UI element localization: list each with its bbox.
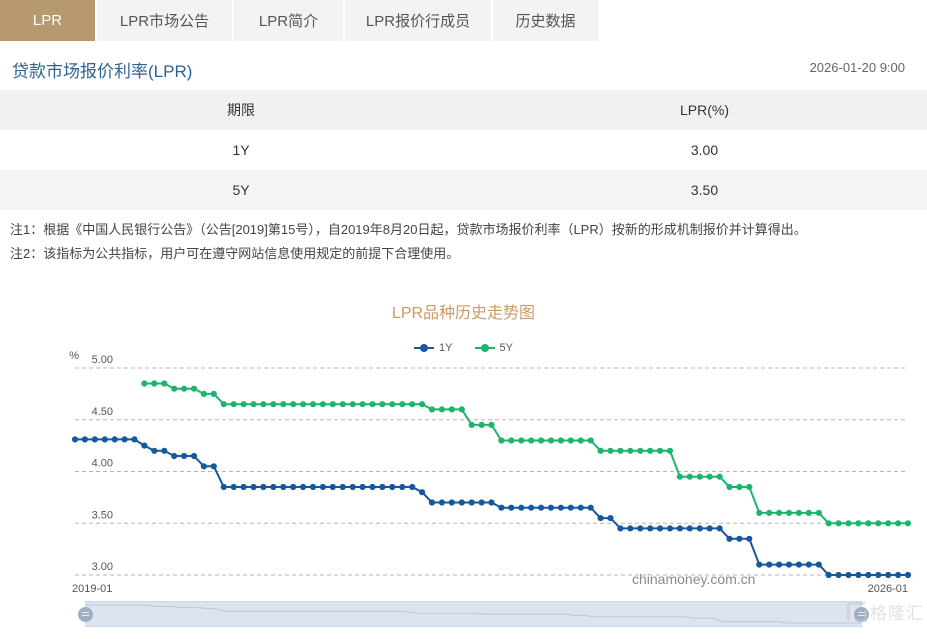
footnote-2: 注2：该指标为公共指标，用户可在遵守网站信息使用规定的前提下合理使用。 (10, 242, 807, 266)
column-header-lpr: LPR(%) (482, 102, 927, 118)
svg-text:4.50: 4.50 (92, 406, 113, 418)
table-row-5y: 5Y 3.50 (0, 170, 927, 210)
tab-lpr-market-announcements[interactable]: LPR市场公告 (97, 0, 232, 41)
lpr-rate-table: 期限 LPR(%) 1Y 3.00 5Y 3.50 (0, 90, 927, 210)
datazoom-data-shadow (86, 602, 861, 626)
term-5y: 5Y (0, 182, 482, 198)
footnotes: 注1：根据《中国人民银行公告》（公告[2019]第15号），自2019年8月20… (10, 218, 807, 266)
lpr-history-line-chart: 3.00 3.50 4.00 4.50 5.00% 2019-01 2026-01 china… (0, 350, 927, 600)
tab-historical-data[interactable]: 历史数据 (493, 0, 598, 41)
datazoom-left-handle-icon[interactable] (78, 607, 93, 622)
rate-1y: 3.00 (482, 142, 927, 158)
gelonghui-logo-watermark: 格隆汇 (847, 599, 924, 624)
tab-lpr-introduction[interactable]: LPR简介 (234, 0, 343, 41)
svg-text:3.00: 3.00 (92, 561, 113, 573)
svg-text:%: % (69, 350, 79, 362)
page-title: 贷款市场报价利率(LPR) (12, 57, 192, 82)
tab-lpr[interactable]: LPR (0, 0, 95, 41)
svg-text:4.00: 4.00 (92, 458, 113, 470)
rate-5y: 3.50 (482, 182, 927, 198)
quote-timestamp: 2026-01-20 9:00 (810, 60, 905, 75)
tab-bar: LPR LPR市场公告 LPR简介 LPR报价行成员 历史数据 (0, 0, 927, 41)
svg-text:chinamoney.com.cn: chinamoney.com.cn (632, 571, 755, 587)
tab-lpr-quoting-banks[interactable]: LPR报价行成员 (345, 0, 491, 41)
table-row-1y: 1Y 3.00 (0, 130, 927, 170)
svg-text:5.00: 5.00 (92, 354, 113, 366)
term-1y: 1Y (0, 142, 482, 158)
svg-text:2026-01: 2026-01 (868, 583, 908, 595)
svg-text:3.50: 3.50 (92, 509, 113, 521)
chart-datazoom-slider[interactable] (85, 601, 862, 627)
gelonghui-logo-icon (847, 602, 867, 622)
column-header-term: 期限 (0, 100, 482, 120)
table-header-row: 期限 LPR(%) (0, 90, 927, 130)
footnote-1: 注1：根据《中国人民银行公告》（公告[2019]第15号），自2019年8月20… (10, 218, 807, 242)
svg-text:2019-01: 2019-01 (72, 583, 112, 595)
gelonghui-logo-text: 格隆汇 (870, 599, 924, 624)
lpr-page: LPR LPR市场公告 LPR简介 LPR报价行成员 历史数据 贷款市场报价利率… (0, 0, 927, 639)
chart-title: LPR品种历史走势图 (0, 299, 927, 323)
